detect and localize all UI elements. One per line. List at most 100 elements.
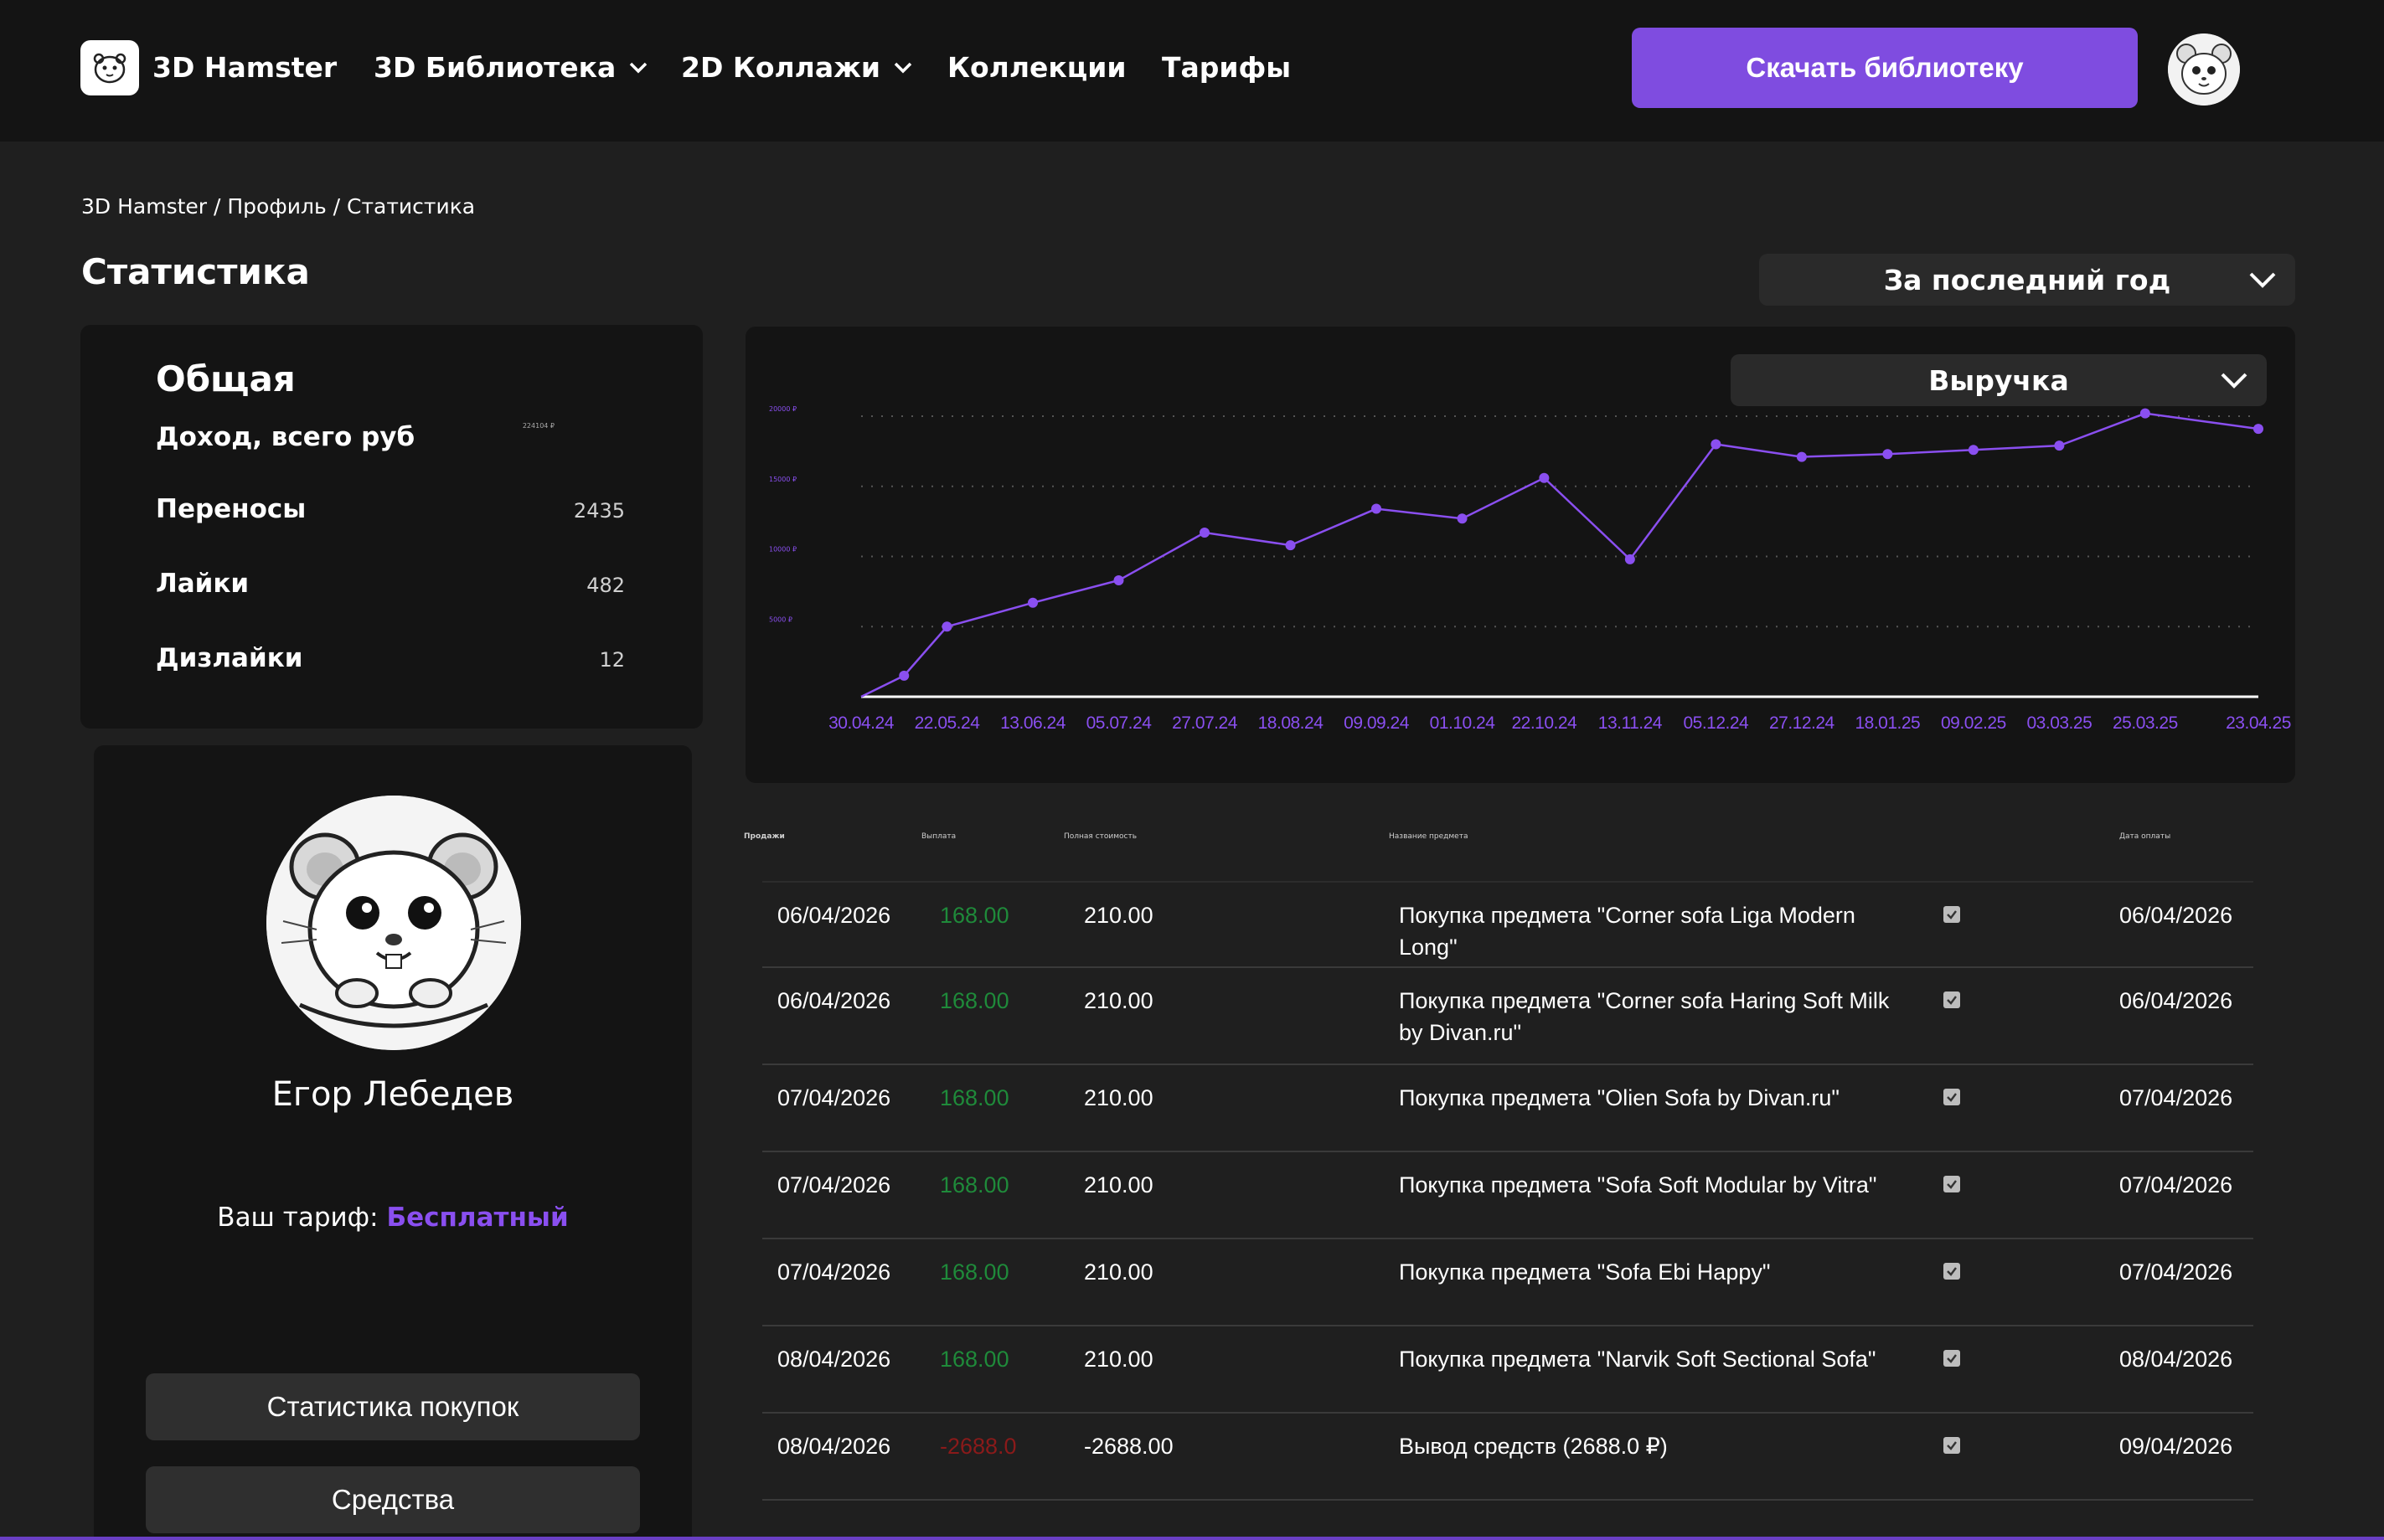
data-point: [2054, 440, 2065, 451]
checkmark-icon: [1947, 1441, 1957, 1450]
chevron-down-icon: [2221, 373, 2247, 389]
data-point: [1539, 472, 1550, 483]
revenue-chart-card: 20000 ₽ 15000 ₽ 10000 ₽ 5000 ₽ 30.04.24 22.05…: [746, 327, 2295, 783]
sale-date-cell: 06/04/2026: [777, 903, 891, 928]
table-row[interactable]: 08/04/2026 168.00 210.00 Покупка предмета "…: [762, 1326, 2253, 1414]
data-point: [942, 621, 952, 632]
payment-date-cell: 07/04/2026: [2119, 1172, 2233, 1197]
full-price-cell: 210.00: [1084, 1259, 1153, 1285]
table-row[interactable]: 07/04/2026 168.00 210.00 Покупка предмета "…: [762, 1065, 2253, 1152]
item-name-cell: Покупка предмета "Sofa Ebi Happy": [1399, 1259, 1771, 1285]
full-price-cell: 210.00: [1084, 1085, 1153, 1110]
period-select[interactable]: За последний год: [1759, 254, 2295, 306]
data-point: [1285, 540, 1296, 551]
table-header-payment-date: Дата оплаты: [2119, 832, 2171, 841]
table-header-full-price: Полная стоимость: [1064, 832, 1138, 841]
checkbox[interactable]: [1943, 1437, 1960, 1454]
data-point: [1028, 597, 1039, 608]
checkbox[interactable]: [1943, 991, 1960, 1008]
x-tick-label: 27.07.24: [1172, 713, 1238, 733]
full-price-cell: 210.00: [1084, 903, 1153, 928]
table-row[interactable]: 06/04/2026 168.00 210.00 Покупка предмета "…: [762, 968, 2253, 1065]
x-tick-label: 18.08.24: [1258, 713, 1324, 733]
nav-2d-collages[interactable]: 2D Коллажи: [681, 49, 914, 87]
payout-cell: 168.00: [940, 903, 1009, 928]
item-name-cell: Покупка предмета "Sofa Soft Modular by V…: [1399, 1172, 1877, 1197]
table-row[interactable]: 07/04/2026 168.00 210.00 Покупка предмета "…: [762, 1239, 2253, 1326]
nav-tariffs[interactable]: Тарифы: [1162, 49, 1291, 87]
stat-row-dislikes: Дизлайки 12: [156, 643, 625, 682]
x-tick-label: 25.03.25: [2113, 713, 2178, 733]
data-point: [1968, 445, 1979, 456]
data-point: [899, 670, 910, 681]
chevron-down-icon: [894, 62, 912, 74]
x-tick-label: 05.07.24: [1086, 713, 1153, 733]
metric-select[interactable]: Выручка: [1731, 354, 2267, 406]
x-tick-label: 30.04.24: [828, 713, 895, 733]
data-point: [1624, 554, 1635, 564]
stat-value: 482: [586, 574, 625, 597]
payment-date-cell: 07/04/2026: [2119, 1085, 2233, 1110]
period-select-value: За последний год: [1883, 263, 2171, 296]
nav-3d-library[interactable]: 3D Библиотека: [374, 49, 649, 87]
full-price-cell: -2688.00: [1084, 1434, 1174, 1459]
y-tick-label: 10000 ₽: [769, 546, 797, 554]
profile-name: Егор Лебедев: [271, 1075, 514, 1114]
x-tick-label: 18.01.25: [1855, 713, 1920, 733]
checkbox[interactable]: [1943, 1350, 1960, 1367]
checkmark-icon: [1947, 1267, 1957, 1276]
tariff-info: Ваш тариф: Бесплатный: [94, 1203, 692, 1233]
chevron-down-icon: [630, 62, 648, 74]
x-tick-label: 05.12.24: [1683, 713, 1749, 733]
funds-button[interactable]: Средства: [146, 1466, 640, 1533]
item-name-cell: Покупка предмета "Corner sofa Haring Sof…: [1399, 988, 1890, 1045]
x-tick-label: 23.04.25: [2226, 713, 2291, 733]
checkbox[interactable]: [1943, 1089, 1960, 1105]
tariff-value[interactable]: Бесплатный: [386, 1203, 568, 1233]
nav-collections-label: Коллекции: [947, 51, 1127, 84]
table-row[interactable]: 08/04/2026 -2688.0 -2688.00 Вывод средств (…: [762, 1414, 2253, 1501]
checkbox[interactable]: [1943, 1263, 1960, 1280]
nav-3d-library-label: 3D Библиотека: [374, 51, 617, 84]
bottom-accent-line: [0, 1537, 2384, 1540]
data-point: [1711, 439, 1721, 450]
data-point: [2253, 424, 2263, 435]
stat-value: 2435: [573, 499, 625, 523]
breadcrumb[interactable]: 3D Hamster / Профиль / Статистика: [81, 194, 475, 219]
tariff-label: Ваш тариф:: [217, 1203, 379, 1233]
user-avatar[interactable]: [2168, 33, 2240, 106]
nav-2d-collages-label: 2D Коллажи: [681, 51, 881, 84]
x-tick-label: 22.10.24: [1511, 713, 1577, 733]
checkmark-icon: [1947, 1180, 1957, 1189]
download-library-button[interactable]: Скачать библиотеку: [1632, 28, 2138, 108]
stat-row-likes: Лайки 482: [156, 569, 625, 607]
payout-cell: 168.00: [940, 1085, 1009, 1110]
stat-value: 224104 ₽: [522, 422, 555, 430]
purchase-stats-button[interactable]: Статистика покупок: [146, 1373, 640, 1440]
table-row[interactable]: 07/04/2026 168.00 210.00 Покупка предмета "…: [762, 1152, 2253, 1239]
table-row[interactable]: 06/04/2026 168.00 210.00 Покупка предмета "…: [762, 881, 2253, 968]
checkbox[interactable]: [1943, 906, 1960, 923]
sale-date-cell: 08/04/2026: [777, 1434, 891, 1459]
logo-text[interactable]: 3D Hamster: [152, 49, 337, 87]
stat-label: Переносы: [156, 494, 307, 524]
x-tick-label: 09.09.24: [1344, 713, 1410, 733]
stat-label: Лайки: [156, 569, 250, 599]
full-price-cell: 210.00: [1084, 1172, 1153, 1197]
stat-row-transfers: Переносы 2435: [156, 494, 625, 533]
checkbox[interactable]: [1943, 1176, 1960, 1192]
nav-collections[interactable]: Коллекции: [947, 49, 1126, 87]
payment-date-cell: 06/04/2026: [2119, 903, 2233, 928]
x-tick-label: 22.05.24: [915, 713, 981, 733]
payout-cell: 168.00: [940, 1259, 1009, 1285]
sales-table: Продажи Выплата Полная стоимость Названи…: [742, 821, 2300, 1540]
payment-date-cell: 08/04/2026: [2119, 1347, 2233, 1372]
data-point: [1371, 503, 1382, 514]
stat-value: 12: [599, 648, 625, 672]
payment-date-cell: 09/04/2026: [2119, 1434, 2233, 1459]
full-price-cell: 210.00: [1084, 988, 1153, 1013]
hamster-logo-icon[interactable]: [80, 40, 139, 95]
general-stats-card: Общая Доход, всего руб 224104 ₽ Переносы…: [80, 325, 703, 729]
payment-date-cell: 06/04/2026: [2119, 988, 2233, 1013]
checkmark-icon: [1947, 996, 1957, 1005]
